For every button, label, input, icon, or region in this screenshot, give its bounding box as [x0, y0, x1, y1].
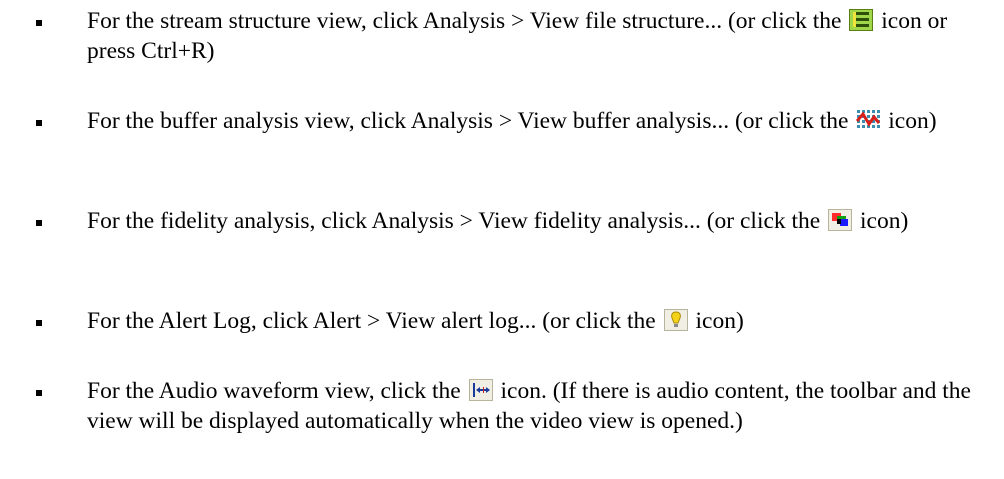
list-item-text: For the fidelity analysis, click Analysi…: [87, 206, 987, 236]
item-text-pre: For the Alert Log, click Alert > View al…: [87, 308, 662, 334]
item-text-post: icon): [689, 308, 744, 334]
bullet: [36, 220, 42, 226]
item-text-pre: For the stream structure view, click Ana…: [87, 8, 848, 34]
item-text-pre: For the buffer analysis view, click Anal…: [87, 108, 855, 134]
list-item-text: For the buffer analysis view, click Anal…: [87, 106, 987, 136]
item-text-post: icon): [854, 208, 909, 234]
item-text-post: icon): [882, 108, 937, 134]
item-text-pre: For the Audio waveform view, click the: [87, 378, 467, 404]
bullet: [36, 20, 42, 26]
audio-waveform-icon: [468, 379, 493, 401]
file-structure-icon: [849, 9, 874, 31]
list-item-text: For the Audio waveform view, click the i…: [87, 376, 987, 436]
alert-log-icon: [663, 309, 688, 331]
list-item-text: For the Alert Log, click Alert > View al…: [87, 306, 987, 336]
fidelity-analysis-icon: [828, 209, 853, 231]
bullet: [36, 390, 42, 396]
bullet: [36, 320, 42, 326]
list-item-text: For the stream structure view, click Ana…: [87, 6, 987, 66]
bullet: [36, 120, 42, 126]
buffer-analysis-icon: [856, 109, 881, 131]
item-text-pre: For the fidelity analysis, click Analysi…: [87, 208, 827, 234]
